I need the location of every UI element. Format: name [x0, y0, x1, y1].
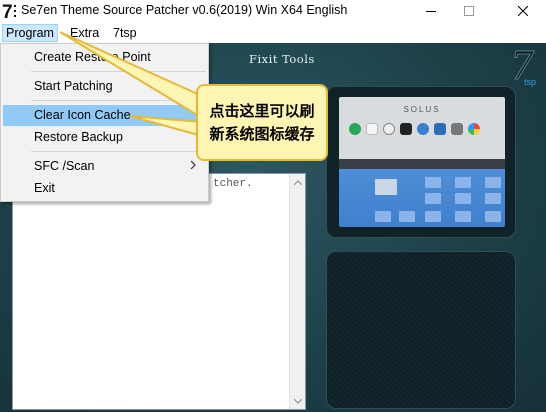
- maximize-button[interactable]: [446, 0, 492, 22]
- annotation-callout: 点击这里可以刷 新系统图标缓存: [196, 84, 328, 161]
- menu-sfc-scan[interactable]: SFC /Scan: [3, 156, 206, 177]
- title-bar: 7 Se7en Theme Source Patcher v0.6(2019) …: [0, 0, 546, 22]
- menu-clear-icon-cache[interactable]: Clear Icon Cache: [3, 105, 206, 126]
- scroll-down-button[interactable]: [290, 393, 306, 409]
- menu-start-patching[interactable]: Start Patching: [3, 76, 206, 97]
- menu-extra[interactable]: Extra: [66, 24, 103, 42]
- menu-separator: [31, 71, 206, 72]
- panel-title: Fixit Tools: [249, 52, 315, 66]
- callout-text: 点击这里可以刷 新系统图标缓存: [198, 100, 326, 146]
- menu-sfc-scan-label: SFC /Scan: [34, 159, 95, 173]
- svg-text:tsp: tsp: [524, 77, 536, 87]
- menu-exit[interactable]: Exit: [3, 178, 206, 199]
- chevron-right-icon: [190, 160, 196, 170]
- menu-separator: [31, 100, 206, 101]
- menu-7tsp[interactable]: 7tsp: [109, 24, 141, 42]
- preview-panel-bar: [339, 159, 505, 169]
- preview-file-manager: [339, 169, 505, 227]
- close-icon: [518, 6, 528, 16]
- log-panel[interactable]: tcher.: [12, 173, 306, 410]
- scroll-up-button[interactable]: [290, 174, 306, 190]
- preview-app-icons: [349, 123, 480, 135]
- app-logo-icon: 7: [2, 2, 16, 21]
- menu-separator: [31, 151, 206, 152]
- brand-logo-icon: 7 tsp: [510, 45, 536, 87]
- maximize-icon: [464, 6, 474, 16]
- arrow-up-icon: [294, 179, 302, 185]
- menu-program[interactable]: Program: [2, 24, 58, 42]
- callout-line-2: 新系统图标缓存: [209, 126, 315, 143]
- window-title: Se7en Theme Source Patcher v0.6(2019) Wi…: [21, 3, 348, 17]
- menu-restore-backup[interactable]: Restore Backup: [3, 127, 206, 148]
- log-text: tcher.: [213, 178, 253, 190]
- log-scrollbar[interactable]: [289, 174, 305, 409]
- theme-preview-frame[interactable]: SOLUS: [326, 86, 516, 238]
- theme-preview-image: SOLUS: [339, 97, 505, 227]
- svg-text:7: 7: [2, 2, 13, 21]
- preview-distro-name: SOLUS: [403, 105, 441, 114]
- menu-bar: Program Extra 7tsp: [0, 22, 546, 43]
- menu-create-restore-point[interactable]: Create Restore Point: [3, 47, 206, 68]
- callout-line-1: 点击这里可以刷: [209, 103, 315, 120]
- preview-desktop-top: SOLUS: [339, 97, 505, 159]
- close-button[interactable]: [500, 0, 546, 22]
- theme-preview-frame-empty[interactable]: [326, 251, 516, 409]
- arrow-down-icon: [294, 398, 302, 404]
- program-dropdown-menu: Create Restore Point Start Patching Clea…: [0, 43, 209, 202]
- minimize-icon: [426, 11, 436, 12]
